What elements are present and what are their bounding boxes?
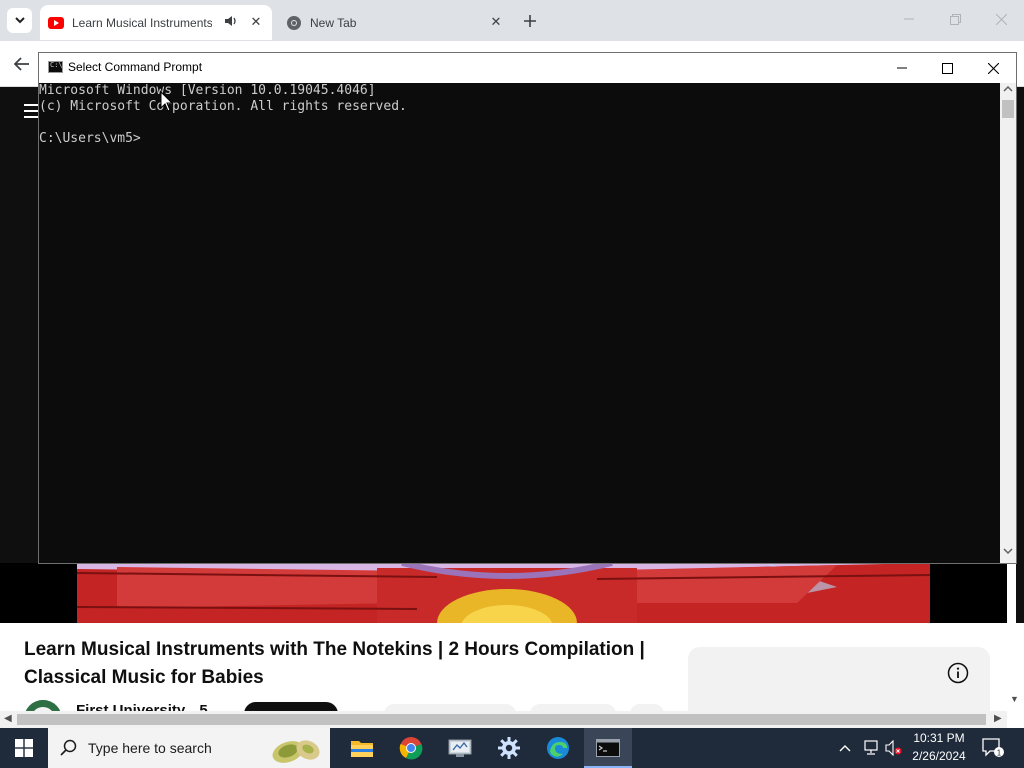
video-frame[interactable] <box>77 563 930 623</box>
horizontal-scrollbar-thumb[interactable] <box>17 714 986 725</box>
taskbar-command-prompt[interactable] <box>584 728 632 768</box>
window-title: Select Command Prompt <box>68 60 203 74</box>
scroll-down-icon[interactable] <box>1003 546 1013 558</box>
minimize-button[interactable] <box>879 54 925 82</box>
maximize-icon <box>941 62 953 74</box>
svg-text:1: 1 <box>997 749 1002 758</box>
edge-icon <box>547 737 569 759</box>
taskbar-network-app[interactable] <box>436 728 484 768</box>
folder-icon <box>351 741 373 757</box>
tab-title: New Tab <box>310 15 357 30</box>
scroll-left-icon[interactable]: ◀ <box>4 713 12 724</box>
volume-muted-icon[interactable] <box>885 739 903 761</box>
sidebar-panel <box>688 647 990 711</box>
tab-search-button[interactable] <box>7 8 32 33</box>
scroll-up-icon[interactable] <box>1003 84 1013 96</box>
chrome-icon <box>399 737 423 760</box>
network-icon[interactable] <box>862 740 880 761</box>
page-scroll-down-icon[interactable]: ▼ <box>1010 694 1019 704</box>
video-title: Learn Musical Instruments with The Notek… <box>24 639 645 688</box>
browser-minimize-button[interactable] <box>894 8 924 30</box>
console-output[interactable]: Microsoft Windows [Version 10.0.19045.40… <box>39 83 1000 563</box>
tab-title: Learn Musical Instruments with The Notek… <box>72 15 212 30</box>
taskbar-file-explorer[interactable] <box>338 728 386 768</box>
console-line: Microsoft Windows [Version 10.0.19045.40… <box>39 83 376 98</box>
cartoon-video-thumbnail <box>77 563 930 623</box>
search-highlight-art <box>272 740 320 763</box>
info-icon[interactable] <box>947 662 969 684</box>
search-placeholder: Type here to search <box>88 740 212 756</box>
minimize-icon <box>897 67 907 69</box>
terminal-icon <box>596 739 620 757</box>
notification-center-icon[interactable]: 1 <box>982 738 1004 758</box>
close-button[interactable] <box>970 54 1016 82</box>
clock-time[interactable]: 10:31 PM <box>906 731 972 745</box>
mouse-pointer-icon <box>160 90 174 113</box>
youtube-icon <box>48 16 64 29</box>
show-hidden-icons-icon[interactable] <box>838 740 852 758</box>
start-button[interactable] <box>0 728 48 768</box>
scroll-right-icon[interactable]: ▶ <box>994 713 1002 724</box>
close-icon <box>987 62 999 74</box>
youtube-masthead-dark <box>0 87 38 623</box>
taskbar-edge[interactable] <box>534 728 582 768</box>
speaker-icon[interactable] <box>224 15 238 30</box>
windows-logo-icon <box>15 739 33 757</box>
taskbar-search-box[interactable]: Type here to search <box>48 728 330 768</box>
console-app-icon[interactable]: C:\ <box>48 61 63 73</box>
close-tab-icon[interactable]: ✕ <box>248 14 264 30</box>
maximize-button[interactable] <box>924 54 970 82</box>
browser-close-button[interactable] <box>986 8 1016 30</box>
console-scrollbar-thumb[interactable] <box>1002 100 1014 118</box>
taskbar-chrome[interactable] <box>387 728 435 768</box>
youtube-dark-edge <box>1016 87 1024 623</box>
clock-date[interactable]: 2/26/2024 <box>906 749 972 763</box>
close-icon <box>995 13 1007 25</box>
minimize-icon <box>904 18 914 20</box>
chrome-icon <box>287 15 301 30</box>
network-monitor-icon <box>448 739 472 757</box>
restore-icon <box>949 13 961 25</box>
close-tab-icon[interactable]: ✕ <box>488 14 504 30</box>
hamburger-menu-icon[interactable] <box>24 104 38 120</box>
gear-icon <box>498 737 520 759</box>
tab-new-tab[interactable]: New Tab ✕ <box>276 5 512 40</box>
plus-icon <box>524 14 536 27</box>
new-tab-button[interactable] <box>516 8 544 33</box>
arrow-left-icon <box>14 57 29 71</box>
tab-youtube[interactable]: Learn Musical Instruments with The Notek… <box>40 5 272 40</box>
search-icon <box>60 739 77 756</box>
taskbar-settings[interactable] <box>485 728 533 768</box>
console-line: (c) Microsoft Corporation. All rights re… <box>39 99 407 114</box>
back-button[interactable] <box>10 52 34 76</box>
browser-restore-button[interactable] <box>940 8 970 30</box>
console-vertical-scrollbar[interactable] <box>1000 83 1016 563</box>
console-prompt: C:\Users\vm5> <box>39 131 141 146</box>
chevron-down-icon <box>14 17 25 24</box>
